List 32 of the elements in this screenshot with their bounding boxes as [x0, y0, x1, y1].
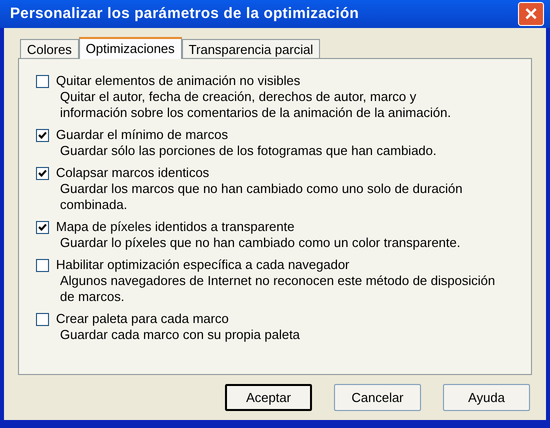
option-description: de marcos.: [59, 289, 126, 305]
close-button[interactable]: ×: [518, 2, 544, 26]
option-label: Colapsar marcos identicos: [56, 165, 210, 181]
tab[interactable]: Transparencia parcial: [182, 39, 320, 58]
tab[interactable]: Optimizaciones: [78, 37, 182, 59]
dialog-button[interactable]: Ayuda: [443, 384, 530, 411]
checkbox[interactable]: [36, 166, 49, 180]
option-description: Guardar cada marco con su propia paleta: [59, 327, 301, 343]
option-label: Habilitar optimización específica a cada navegador: [56, 257, 350, 273]
check-icon: [38, 168, 47, 178]
checkbox[interactable]: [36, 220, 49, 234]
checkbox[interactable]: [36, 258, 49, 272]
option-description: Quitar el autor, fecha de creación, derechos de autor, marco y: [59, 89, 418, 105]
option-label: Mapa de píxeles identidos a transparente: [56, 219, 294, 235]
option-description: Algunos navegadores de Internet no reconocen este método de disposición: [59, 273, 496, 289]
check-icon: [38, 130, 47, 140]
checkbox[interactable]: [36, 74, 49, 88]
option-description: Guardar sólo las porciones de los fotogramas que han cambiado.: [59, 143, 438, 159]
option-description: Guardar lo píxeles que no han cambiado como un color transparente.: [59, 235, 462, 251]
dialog-button[interactable]: Cancelar: [334, 384, 421, 411]
option-description: información sobre los comentarios de la animación de la animación.: [59, 105, 452, 121]
tab[interactable]: Colores: [20, 39, 79, 58]
option-label: Guardar el mínimo de marcos: [56, 127, 228, 143]
window-title: Personalizar los parámetros de la optimización: [10, 4, 359, 24]
check-icon: [38, 222, 47, 232]
checkbox[interactable]: [36, 128, 49, 142]
option-label: Quitar elementos de animación no visibles: [56, 73, 300, 89]
dialog-button[interactable]: Aceptar: [225, 384, 312, 411]
checkbox[interactable]: [36, 312, 49, 326]
option-description: Guardar los marcos que no han cambiado como uno solo de duración: [59, 181, 464, 197]
option-description: combinada.: [59, 197, 128, 213]
option-label: Crear paleta para cada marco: [56, 311, 229, 327]
